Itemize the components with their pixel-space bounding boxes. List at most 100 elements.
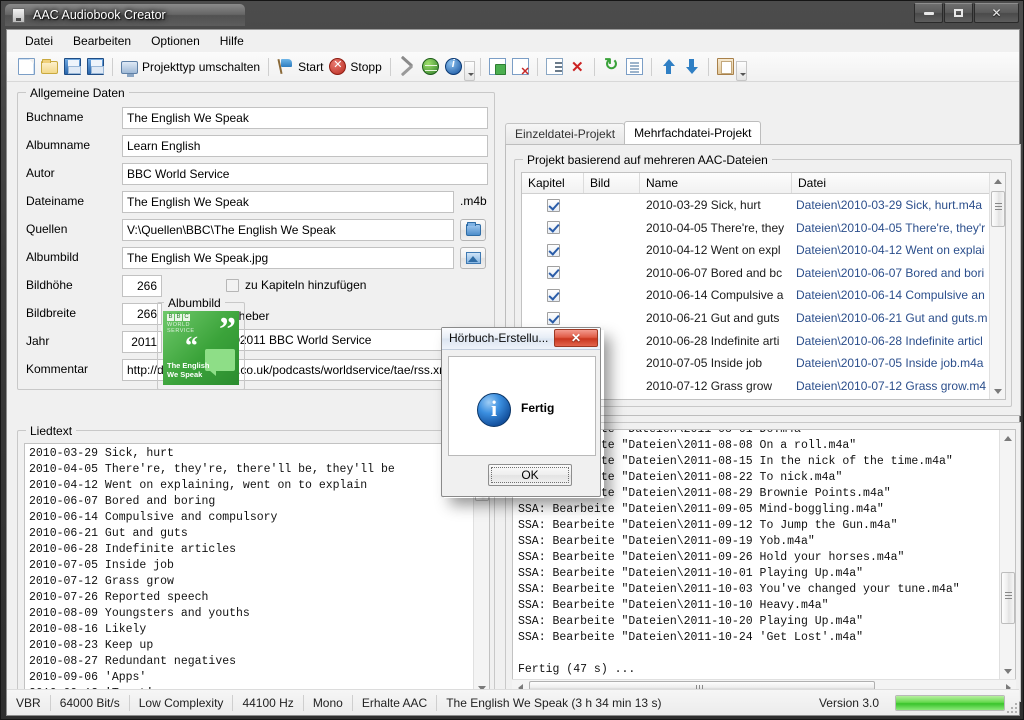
add-to-chapters-checkbox[interactable] (226, 278, 239, 292)
row-kapitel-checkbox[interactable] (546, 198, 560, 212)
toolbar-start[interactable]: Start (274, 55, 326, 79)
toolbar-clipboard[interactable] (714, 55, 737, 79)
row-kapitel-checkbox[interactable] (546, 266, 560, 280)
toolbar-tools[interactable] (396, 55, 419, 79)
column-header-bild[interactable]: Bild (584, 173, 640, 193)
row-kapitel-checkbox-cell[interactable] (522, 266, 584, 280)
menu-optionen[interactable]: Optionen (141, 31, 210, 51)
toolbar-document[interactable] (623, 55, 646, 79)
toolbar-toggle-project-type[interactable]: Projekttyp umschalten (118, 55, 263, 79)
input-bildbreite[interactable] (122, 303, 162, 325)
table-row[interactable]: 2010-04-05 There're, they Dateien\2010-04… (522, 217, 1005, 239)
browse-quellen-button[interactable] (460, 219, 486, 241)
row-name-cell[interactable]: 2010-06-28 Indefinite arti (640, 334, 792, 348)
log-vertical-scrollbar[interactable] (999, 430, 1015, 679)
column-header-name[interactable]: Name (640, 173, 792, 193)
toolbar-new-project[interactable] (15, 55, 38, 79)
row-name-cell[interactable]: 2010-04-05 There're, they (640, 221, 792, 235)
toolbar-open-project[interactable] (38, 55, 61, 79)
browse-albumbild-button[interactable] (460, 247, 486, 269)
field-row-autor: Autor (26, 163, 488, 185)
table-scroll-down-arrow-icon[interactable] (990, 383, 1005, 399)
column-header-kapitel[interactable]: Kapitel (522, 173, 584, 193)
row-kapitel-checkbox-cell[interactable] (522, 288, 584, 302)
toolbar-list-properties[interactable] (543, 55, 566, 79)
row-name-cell[interactable]: 2010-03-29 Sick, hurt (640, 198, 792, 212)
input-quellen[interactable] (122, 219, 454, 241)
lyrics-textarea[interactable]: 2010-03-29 Sick, hurt 2010-04-05 There'r… (24, 443, 490, 697)
add-to-chapters-row[interactable]: zu Kapiteln hinzufügen (226, 278, 366, 292)
toolbar-info[interactable] (442, 55, 465, 79)
tab-mehrfachdatei-projekt[interactable]: Mehrfachdatei-Projekt (624, 121, 762, 144)
minimize-button[interactable] (914, 3, 943, 23)
row-datei-cell[interactable]: Dateien\2010-07-12 Grass grow.m4 (792, 379, 991, 393)
log-scroll-thumb[interactable] (1001, 572, 1015, 624)
toolbar-overflow2-chevron-down-icon[interactable] (735, 61, 747, 81)
dialog-ok-button[interactable]: OK (488, 464, 572, 486)
toolbar-add-file[interactable] (486, 55, 509, 79)
toolbar-stop[interactable]: Stopp (326, 55, 384, 79)
row-datei-cell[interactable]: Dateien\2010-06-07 Bored and bori (792, 266, 991, 280)
table-row[interactable]: 2010-06-14 Compulsive a Dateien\2010-06-1… (522, 284, 1005, 306)
log-scroll-up-arrow-icon[interactable] (1000, 430, 1015, 446)
column-header-datei[interactable]: Datei (792, 173, 991, 193)
table-vertical-scrollbar[interactable] (989, 173, 1005, 399)
row-name-cell[interactable]: 2010-06-07 Bored and bc (640, 266, 792, 280)
toolbar-move-down[interactable] (680, 55, 703, 79)
row-datei-cell[interactable]: Dateien\2010-04-12 Went on explai (792, 243, 991, 257)
row-datei-cell[interactable]: Dateien\2010-06-21 Gut and guts.m (792, 311, 991, 325)
info-icon (477, 393, 511, 427)
row-datei-cell[interactable]: Dateien\2010-04-05 There're, they'r (792, 221, 991, 235)
bbc-logo-c: C (183, 314, 190, 321)
toolbar-web[interactable] (419, 55, 442, 79)
row-datei-cell[interactable]: Dateien\2010-07-05 Inside job.m4a (792, 356, 991, 370)
row-name-cell[interactable]: 2010-07-05 Inside job (640, 356, 792, 370)
input-albumname[interactable] (122, 135, 488, 157)
table-scroll-up-arrow-icon[interactable] (990, 173, 1005, 189)
tab-einzeldatei-projekt[interactable]: Einzeldatei-Projekt (505, 123, 626, 144)
row-kapitel-checkbox-cell[interactable] (522, 198, 584, 212)
row-name-cell[interactable]: 2010-06-21 Gut and guts (640, 311, 792, 325)
log-scroll-down-arrow-icon[interactable] (1000, 663, 1015, 679)
row-name-cell[interactable]: 2010-04-12 Went on expl (640, 243, 792, 257)
row-name-cell[interactable]: 2010-07-12 Grass grow (640, 379, 792, 393)
input-bildhoehe[interactable] (122, 275, 162, 297)
table-row[interactable]: 2010-04-12 Went on expl Dateien\2010-04-1… (522, 239, 1005, 261)
toolbar-refresh[interactable] (600, 55, 623, 79)
toolbar-save-as-project[interactable] (84, 55, 107, 79)
row-datei-cell[interactable]: Dateien\2010-03-29 Sick, hurt.m4a (792, 198, 991, 212)
row-kapitel-checkbox[interactable] (546, 288, 560, 302)
toolbar-delete-all[interactable] (566, 55, 589, 79)
input-albumbild[interactable] (122, 247, 454, 269)
row-kapitel-checkbox-cell[interactable] (522, 243, 584, 257)
input-buchname[interactable] (122, 107, 488, 129)
row-kapitel-checkbox[interactable] (546, 221, 560, 235)
toolbar-move-up[interactable] (657, 55, 680, 79)
table-row[interactable]: 2010-06-07 Bored and bc Dateien\2010-06-0… (522, 262, 1005, 284)
menu-hilfe[interactable]: Hilfe (210, 31, 254, 51)
toolbar-remove-file[interactable] (509, 55, 532, 79)
input-jahr[interactable] (122, 331, 162, 353)
resize-grip-icon[interactable] (1003, 699, 1017, 713)
row-datei-cell[interactable]: Dateien\2010-06-14 Compulsive an (792, 288, 991, 302)
status-vbr: VBR (7, 694, 51, 711)
toolbar-overflow-chevron-down-icon[interactable] (463, 61, 475, 81)
row-kapitel-checkbox-cell[interactable] (522, 221, 584, 235)
row-kapitel-checkbox[interactable] (546, 243, 560, 257)
menu-datei[interactable]: Datei (15, 31, 63, 51)
row-name-cell[interactable]: 2010-06-14 Compulsive a (640, 288, 792, 302)
input-autor[interactable] (122, 163, 488, 185)
table-scroll-thumb[interactable] (991, 191, 1005, 227)
window-title: AAC Audiobook Creator (33, 8, 166, 22)
dialog-close-button[interactable]: ✕ (554, 329, 598, 347)
row-kapitel-checkbox-cell[interactable] (522, 311, 584, 325)
maximize-button[interactable] (944, 3, 973, 23)
table-row[interactable]: 2010-03-29 Sick, hurt Dateien\2010-03-29 … (522, 194, 1005, 216)
table-row[interactable]: 2010-06-21 Gut and guts Dateien\2010-06-2… (522, 307, 1005, 329)
close-button[interactable]: ✕ (974, 3, 1019, 23)
menu-bearbeiten[interactable]: Bearbeiten (63, 31, 141, 51)
toolbar-save-project[interactable] (61, 55, 84, 79)
input-dateiname[interactable] (122, 191, 454, 213)
row-kapitel-checkbox[interactable] (546, 311, 560, 325)
row-datei-cell[interactable]: Dateien\2010-06-28 Indefinite articl (792, 334, 991, 348)
